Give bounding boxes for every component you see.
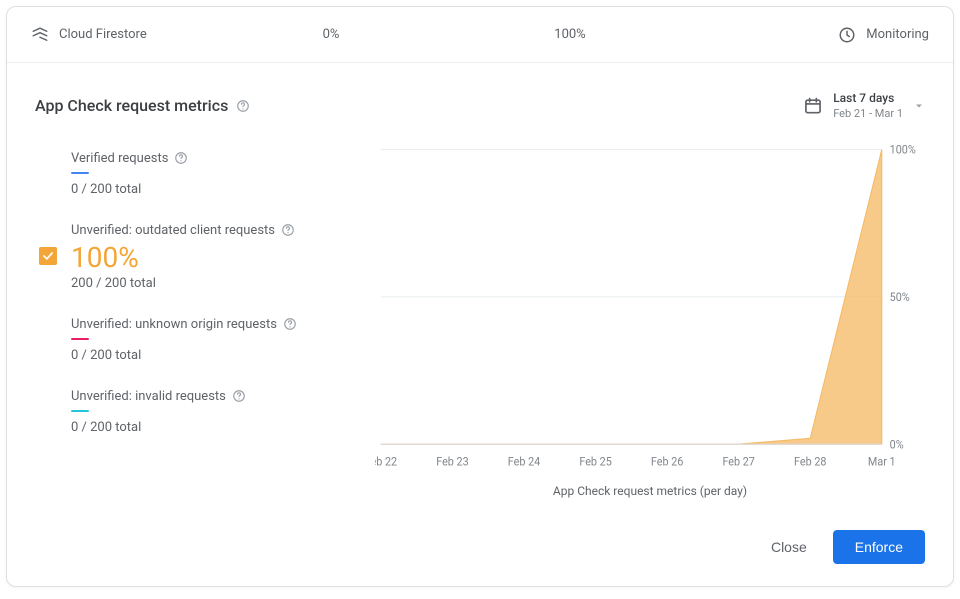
- legend-label: Unverified: outdated client requests: [71, 223, 275, 238]
- svg-text:50%: 50%: [890, 291, 910, 305]
- svg-text:Feb 27: Feb 27: [722, 455, 754, 469]
- dialog-header: Cloud Firestore 0% 100% Monitoring: [7, 7, 953, 63]
- chart-caption: App Check request metrics (per day): [375, 484, 925, 498]
- monitoring-label: Monitoring: [866, 27, 929, 42]
- firestore-icon: [31, 26, 49, 44]
- page-title-text: App Check request metrics: [35, 96, 228, 115]
- legend-item-verified[interactable]: Verified requests 0 / 200 total: [35, 143, 365, 215]
- metrics-dialog: Cloud Firestore 0% 100% Monitoring App C…: [6, 6, 954, 587]
- monitoring-cell[interactable]: Monitoring: [749, 26, 929, 44]
- clock-icon: [838, 26, 856, 44]
- chart-canvas: 0% 50% 100% Feb 22 Feb 23 Feb 24 Feb 25 Feb 26 F…: [375, 143, 925, 474]
- svg-text:100%: 100%: [890, 143, 916, 157]
- legend-big-value: 100%: [71, 244, 365, 272]
- legend-label: Unverified: unknown origin requests: [71, 317, 277, 332]
- date-range-line1: Last 7 days: [833, 91, 903, 107]
- date-range-picker[interactable]: Last 7 days Feb 21 - Mar 1: [803, 91, 925, 121]
- title-bar: App Check request metrics Last 7 days Fe…: [35, 91, 925, 121]
- date-range-line2: Feb 21 - Mar 1: [833, 107, 903, 121]
- header-pct-left: 0%: [271, 27, 391, 42]
- service-name: Cloud Firestore: [59, 27, 147, 42]
- chart-svg: 0% 50% 100% Feb 22 Feb 23 Feb 24 Feb 25 Feb 26 F…: [375, 143, 925, 474]
- legend-sub: 200 / 200 total: [71, 276, 365, 291]
- legend-sub: 0 / 200 total: [71, 348, 365, 363]
- legend-item-outdated[interactable]: Unverified: outdated client requests 100…: [35, 215, 365, 309]
- svg-text:Feb 28: Feb 28: [794, 455, 826, 469]
- date-range-text: Last 7 days Feb 21 - Mar 1: [833, 91, 903, 121]
- calendar-icon: [803, 96, 823, 116]
- svg-text:Feb 24: Feb 24: [508, 455, 541, 469]
- page-title: App Check request metrics: [35, 96, 250, 115]
- chart-area: 0% 50% 100% Feb 22 Feb 23 Feb 24 Feb 25 Feb 26 F…: [375, 143, 925, 498]
- legend-sub: 0 / 200 total: [71, 182, 365, 197]
- legend: Verified requests 0 / 200 total Unverifi…: [35, 143, 365, 498]
- svg-text:Feb 22: Feb 22: [375, 455, 397, 469]
- svg-text:Feb 23: Feb 23: [436, 455, 468, 469]
- legend-item-invalid[interactable]: Unverified: invalid requests 0 / 200 tot…: [35, 381, 365, 453]
- enforce-button[interactable]: Enforce: [833, 530, 925, 564]
- metrics-body: Verified requests 0 / 200 total Unverifi…: [35, 143, 925, 498]
- help-icon[interactable]: [281, 223, 295, 237]
- legend-swatch: [71, 338, 89, 340]
- help-icon[interactable]: [174, 151, 188, 165]
- close-button[interactable]: Close: [763, 530, 815, 564]
- chevron-down-icon: [913, 100, 925, 112]
- legend-swatch: [71, 172, 89, 174]
- legend-sub: 0 / 200 total: [71, 420, 365, 435]
- svg-text:Mar 1: Mar 1: [868, 455, 896, 469]
- checkbox-icon[interactable]: [39, 247, 57, 265]
- help-icon[interactable]: [283, 317, 297, 331]
- dialog-body: App Check request metrics Last 7 days Fe…: [7, 63, 953, 516]
- header-pct-right: 100%: [391, 27, 749, 42]
- service-cell: Cloud Firestore: [31, 26, 271, 44]
- svg-text:0%: 0%: [890, 438, 904, 452]
- svg-text:Feb 25: Feb 25: [579, 455, 611, 469]
- help-icon[interactable]: [236, 99, 250, 113]
- legend-label: Verified requests: [71, 151, 168, 166]
- dialog-actions: Close Enforce: [7, 516, 953, 586]
- legend-swatch: [71, 410, 89, 412]
- help-icon[interactable]: [232, 389, 246, 403]
- legend-item-unknown[interactable]: Unverified: unknown origin requests 0 / …: [35, 309, 365, 381]
- legend-label: Unverified: invalid requests: [71, 389, 226, 404]
- svg-text:Feb 26: Feb 26: [651, 455, 683, 469]
